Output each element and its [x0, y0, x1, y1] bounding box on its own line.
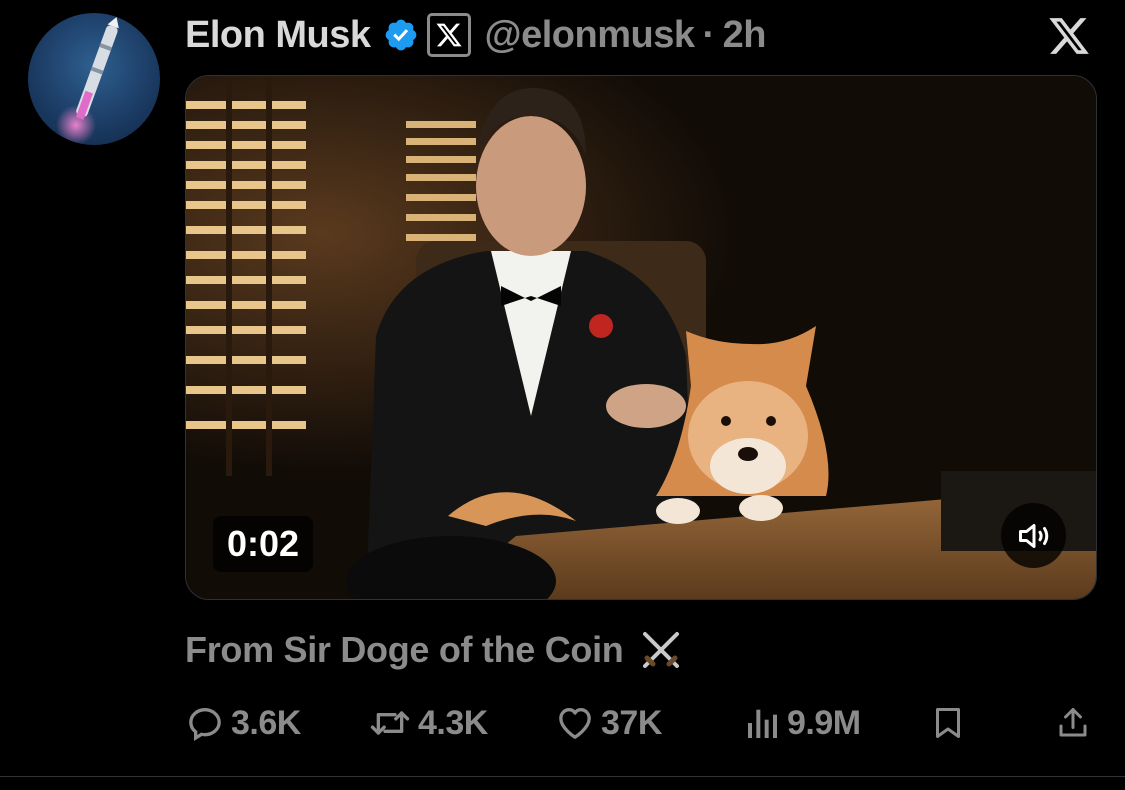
verified-badge-icon[interactable] [383, 17, 419, 53]
reply-count: 3.6K [231, 703, 301, 742]
reply-icon [189, 707, 221, 742]
avatar[interactable] [28, 13, 160, 145]
crossed-swords-icon [642, 632, 679, 668]
tweet-time[interactable]: 2h [723, 14, 767, 57]
tweet-header: Elon Musk @elonmusk · 2h [185, 10, 766, 60]
tweet-text: From Sir Doge of the Coin [185, 629, 624, 670]
like-count: 37K [601, 703, 662, 742]
share-icon [1059, 708, 1087, 737]
author-name[interactable]: Elon Musk [185, 14, 371, 57]
like-button[interactable]: 37K [555, 696, 662, 750]
x-affiliate-badge-icon[interactable] [426, 13, 471, 57]
reply-button[interactable]: 3.6K [185, 696, 301, 750]
video-frame [186, 76, 1096, 599]
bookmark-button[interactable] [930, 696, 966, 750]
tweet[interactable]: Elon Musk @elonmusk · 2h 0:02 From Sir D… [0, 0, 1125, 790]
volume-button[interactable] [1001, 503, 1066, 568]
action-bar: 3.6K 4.3K 37K 9.9M [185, 696, 1097, 750]
author-handle[interactable]: @elonmusk [485, 14, 695, 57]
separator-dot: · [702, 13, 715, 56]
share-button[interactable] [1055, 696, 1091, 750]
repost-count: 4.3K [418, 703, 488, 742]
repost-icon [370, 711, 410, 735]
video-player[interactable]: 0:02 [185, 75, 1097, 600]
x-logo-icon [1049, 18, 1089, 54]
repost-button[interactable]: 4.3K [368, 696, 488, 750]
heart-icon [559, 708, 591, 739]
speaker-icon [1018, 523, 1048, 548]
view-count: 9.9M [787, 703, 861, 742]
tweet-body: From Sir Doge of the Coin [185, 626, 686, 674]
bookmark-icon [936, 708, 960, 738]
views-button[interactable]: 9.9M [745, 696, 861, 750]
views-icon [748, 709, 777, 738]
video-duration: 0:02 [213, 516, 314, 572]
tweet-divider [0, 776, 1125, 777]
